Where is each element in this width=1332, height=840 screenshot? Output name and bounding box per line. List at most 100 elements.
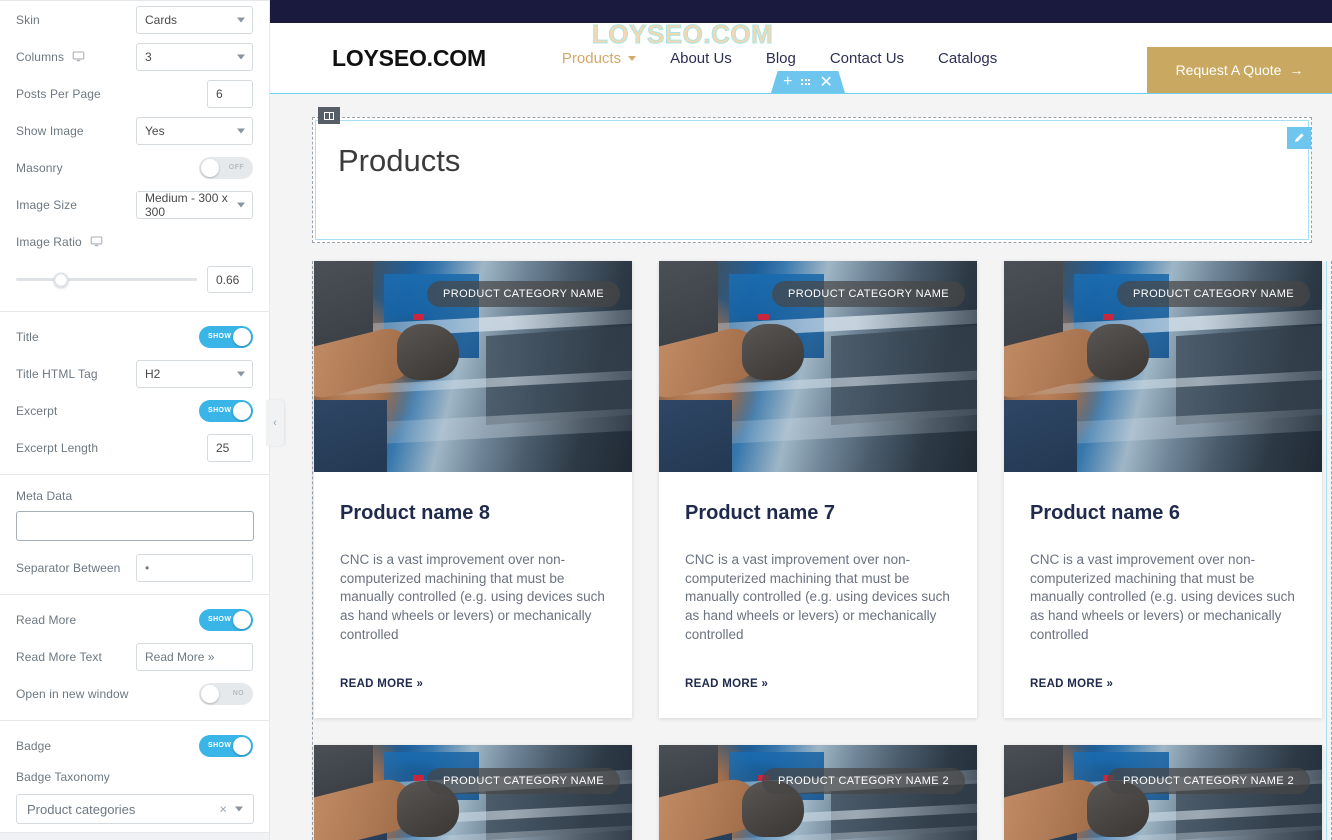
post-thumbnail[interactable]: PRODUCT CATEGORY NAME [659,261,977,472]
post-card[interactable]: PRODUCT CATEGORY NAME Product name 6 CNC… [1004,261,1322,719]
toggle-knob [201,158,219,177]
edit-widget-button[interactable] [1287,127,1311,149]
site-header: LOYSEO.COM Products About Us Blog Contac… [270,19,1332,94]
image-ratio-slider[interactable] [16,272,197,287]
chevron-down-icon [237,371,245,376]
badge-toggle[interactable]: SHOW [199,734,253,757]
control-field-posts-per-page [134,79,253,108]
clear-icon[interactable]: × [219,802,227,817]
open-new-window-toggle[interactable]: NO [199,682,253,705]
skin-select-value: Cards [145,12,178,27]
columns-select[interactable]: 3 [136,42,253,71]
masonry-toggle[interactable]: OFF [199,156,253,179]
arrow-right-icon: → [1289,62,1304,78]
request-quote-button[interactable]: Request A Quote → [1147,47,1332,93]
category-badge: PRODUCT CATEGORY NAME [772,281,965,307]
separator-between-input[interactable] [136,553,253,582]
control-field-read-more-text [134,642,253,671]
post-card[interactable]: PRODUCT CATEGORY NAME 2 [1004,745,1322,840]
control-field-open-new-window: NO [134,682,253,705]
excerpt-toggle[interactable]: SHOW [199,399,253,422]
control-label-posts-per-page: Posts Per Page [16,86,101,101]
image-ratio-slider-row: 0.66 [0,260,269,303]
toggle-knob [233,736,251,755]
control-read-more-text: Read More Text [0,638,269,675]
control-columns: Columns 3 [0,38,269,75]
close-icon[interactable]: ✕ [819,72,832,92]
show-image-select[interactable]: Yes [136,116,253,145]
posts-per-page-input[interactable] [207,79,253,108]
read-more-link[interactable]: READ MORE » [1030,678,1113,690]
control-field-read-more: SHOW [134,608,253,631]
category-badge: PRODUCT CATEGORY NAME [1117,281,1310,307]
desktop-icon[interactable] [72,50,85,63]
excerpt-length-input[interactable] [207,433,253,462]
post-thumbnail[interactable]: PRODUCT CATEGORY NAME [1004,261,1322,472]
control-masonry: Masonry OFF [0,149,269,186]
nav-item-contact-us[interactable]: Contact Us [830,50,904,67]
toggle-knob [201,684,219,703]
control-image-ratio: Image Ratio [0,223,269,260]
control-field-title-html-tag: H2 [134,359,253,388]
main-nav: Products About Us Blog Contact Us Catalo… [562,50,997,67]
post-title[interactable]: Product name 6 [1030,502,1296,525]
post-card[interactable]: PRODUCT CATEGORY NAME 2 [659,745,977,840]
control-label-show-image: Show Image [16,123,84,138]
post-title[interactable]: Product name 8 [340,502,606,525]
title-html-tag-select[interactable]: H2 [136,359,253,388]
badge-taxonomy-select[interactable]: Product categories × [16,794,254,824]
read-more-text-input[interactable] [136,642,253,671]
meta-data-input[interactable] [16,511,254,541]
panel-collapse-handle[interactable]: ‹ [266,400,284,446]
control-field-separator-between [134,553,253,582]
site-logo[interactable]: LOYSEO.COM [332,45,486,72]
drag-handle-icon[interactable] [801,79,811,85]
control-label-read-more: Read More [16,612,77,627]
add-section-icon[interactable]: + [783,73,792,91]
panel-divider [0,474,269,475]
toggle-knob [233,401,251,420]
post-card[interactable]: PRODUCT CATEGORY NAME Product name 7 CNC… [659,261,977,719]
page-title: Products [338,143,461,178]
desktop-icon[interactable] [90,235,103,248]
slider-thumb[interactable] [53,272,69,287]
post-thumbnail[interactable]: PRODUCT CATEGORY NAME 2 [1004,745,1322,840]
image-size-select[interactable]: Medium - 300 x 300 [136,190,253,219]
nav-item-blog[interactable]: Blog [766,50,796,67]
nav-item-catalogs[interactable]: Catalogs [938,50,997,67]
widget-right-highlight [1326,261,1327,840]
control-field-image-size: Medium - 300 x 300 [134,190,253,219]
nav-item-products[interactable]: Products [562,50,637,67]
control-posts-per-page: Posts Per Page [0,75,269,112]
post-card[interactable]: PRODUCT CATEGORY NAME [314,745,632,840]
post-thumbnail[interactable]: PRODUCT CATEGORY NAME [314,261,632,472]
read-more-link[interactable]: READ MORE » [340,678,423,690]
read-more-link[interactable]: READ MORE » [685,678,768,690]
column-handle-icon[interactable] [318,107,340,124]
nav-item-about-us[interactable]: About Us [670,50,732,67]
heading-section[interactable]: Products [312,107,1312,243]
site-topbar [270,0,1332,23]
control-excerpt: Excerpt SHOW [0,392,269,429]
control-show-image: Show Image Yes [0,112,269,149]
control-label-badge-taxonomy: Badge Taxonomy [16,770,110,784]
control-field-title: SHOW [134,325,253,348]
chevron-down-icon [628,55,637,61]
request-quote-label: Request A Quote [1175,62,1282,78]
badge-taxonomy-value: Product categories [27,801,136,817]
control-field-badge: SHOW [134,734,253,757]
post-title[interactable]: Product name 7 [685,502,951,525]
image-ratio-value[interactable]: 0.66 [207,266,253,293]
posts-widget[interactable]: PRODUCT CATEGORY NAME Product name 8 CNC… [312,261,1332,840]
skin-select[interactable]: Cards [136,5,253,34]
read-more-toggle[interactable]: SHOW [199,608,253,631]
title-toggle[interactable]: SHOW [199,325,253,348]
post-thumbnail[interactable]: PRODUCT CATEGORY NAME 2 [659,745,977,840]
toggle-knob [233,327,251,346]
control-open-new-window: Open in new window NO [0,675,269,712]
post-thumbnail[interactable]: PRODUCT CATEGORY NAME [314,745,632,840]
chevron-down-icon [235,806,243,812]
open-new-window-toggle-state: NO [232,689,244,697]
post-card[interactable]: PRODUCT CATEGORY NAME Product name 8 CNC… [314,261,632,719]
control-label-columns-text: Columns [16,49,65,64]
